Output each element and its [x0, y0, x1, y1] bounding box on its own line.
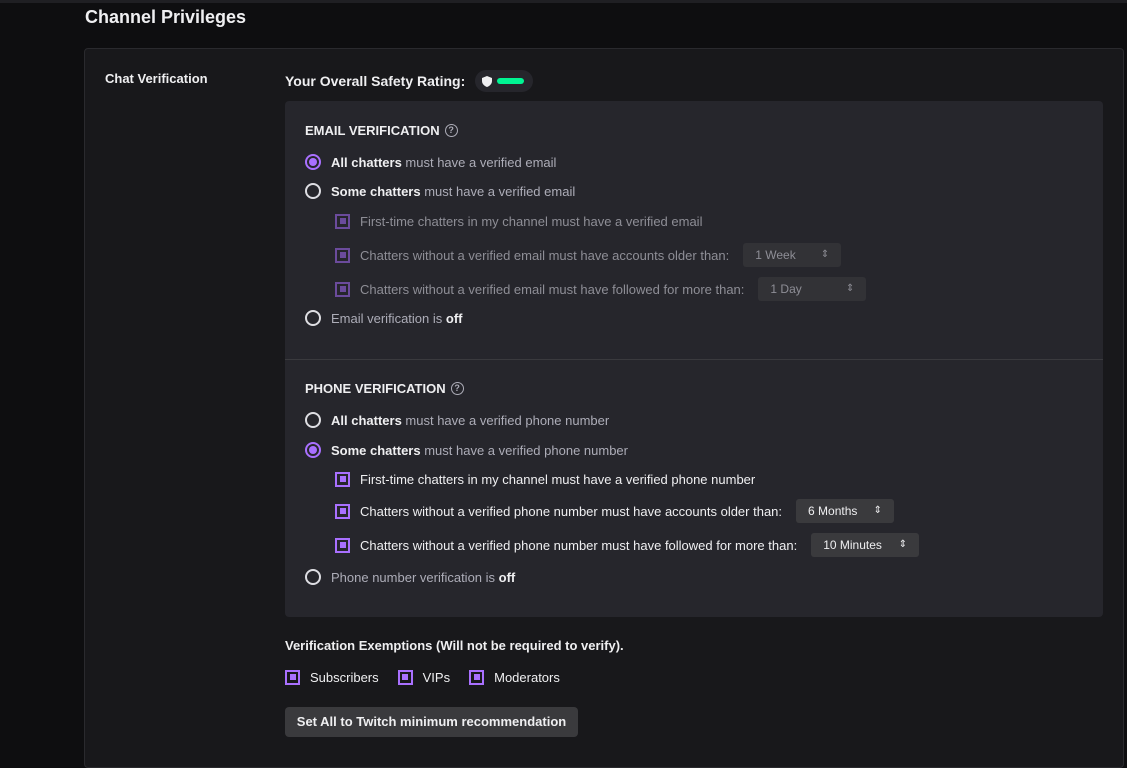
email-some-radio[interactable]	[305, 183, 321, 199]
safety-rating: Your Overall Safety Rating:	[285, 69, 534, 93]
email-some-rest: must have a verified email	[420, 183, 576, 199]
email-follow-age-label: Chatters without a verified email must h…	[360, 281, 745, 297]
updown-icon: ⇕	[873, 505, 883, 516]
safety-rating-indicator	[475, 70, 534, 92]
email-all-chatters-option[interactable]: All chatters must have a verified email	[305, 152, 556, 172]
email-verification-title: EMAIL VERIFICATION	[305, 123, 440, 138]
email-verification-heading: EMAIL VERIFICATION ?	[305, 123, 458, 138]
phone-first-time-checkbox[interactable]	[335, 471, 350, 487]
phone-follow-age-label: Chatters without a verified phone number…	[360, 537, 798, 553]
email-first-time-label: First-time chatters in my channel must h…	[360, 213, 703, 229]
phone-all-radio[interactable]	[305, 412, 321, 428]
email-some-text: Some chatters must have a verified email	[331, 184, 575, 199]
email-follow-age-option[interactable]: Chatters without a verified email must h…	[335, 277, 867, 301]
exemption-moderators[interactable]: Moderators	[469, 669, 560, 685]
updown-icon: ⇕	[898, 539, 908, 550]
phone-account-age-option[interactable]: Chatters without a verified phone number…	[335, 499, 895, 523]
phone-follow-age-value: 10 Minutes	[823, 538, 882, 552]
exemption-subscribers[interactable]: Subscribers	[285, 669, 379, 685]
email-all-rest: must have a verified email	[401, 154, 557, 170]
email-all-radio[interactable]	[305, 154, 321, 170]
section-label: Chat Verification	[105, 71, 208, 86]
safety-rating-bar	[497, 78, 525, 84]
phone-some-chatters-option[interactable]: Some chatters must have a verified phone…	[305, 440, 628, 460]
subscribers-checkbox[interactable]	[285, 669, 300, 685]
top-border	[0, 0, 1127, 3]
phone-follow-age-option[interactable]: Chatters without a verified phone number…	[335, 533, 920, 557]
phone-first-time-label: First-time chatters in my channel must h…	[360, 471, 756, 487]
help-icon[interactable]: ?	[450, 382, 464, 395]
moderators-checkbox[interactable]	[469, 669, 485, 685]
phone-account-age-label: Chatters without a verified phone number…	[360, 503, 783, 519]
verification-box: EMAIL VERIFICATION ? All chatters must h…	[285, 101, 1103, 617]
email-account-age-value: 1 Week	[755, 248, 796, 262]
vips-checkbox[interactable]	[397, 669, 413, 685]
email-account-age-checkbox[interactable]	[335, 247, 350, 263]
phone-off-bold: off	[498, 569, 516, 585]
exemptions-row: Subscribers VIPs Moderators	[285, 667, 579, 687]
phone-all-rest: must have a verified phone number	[401, 412, 610, 428]
phone-verification-heading: PHONE VERIFICATION ?	[305, 381, 464, 396]
email-follow-age-select[interactable]: 1 Day ⇕	[758, 277, 867, 301]
phone-off-radio[interactable]	[305, 569, 321, 585]
email-all-bold: All chatters	[331, 154, 402, 170]
phone-some-rest: must have a verified phone number	[420, 442, 628, 458]
phone-all-text: All chatters must have a verified phone …	[331, 413, 609, 428]
phone-all-bold: All chatters	[331, 412, 402, 428]
email-off-radio[interactable]	[305, 310, 321, 326]
phone-some-radio[interactable]	[305, 442, 321, 458]
updown-icon: ⇕	[846, 283, 855, 294]
phone-verification-title: PHONE VERIFICATION	[305, 381, 446, 396]
subscribers-label: Subscribers	[310, 669, 379, 685]
email-some-bold: Some chatters	[331, 183, 421, 199]
email-first-time-option[interactable]: First-time chatters in my channel must h…	[335, 211, 702, 231]
email-all-text: All chatters must have a verified email	[331, 155, 556, 170]
email-off-label: Email verification is	[331, 310, 446, 326]
phone-some-bold: Some chatters	[331, 442, 421, 458]
phone-account-age-value: 6 Months	[808, 504, 858, 518]
phone-all-chatters-option[interactable]: All chatters must have a verified phone …	[305, 410, 609, 430]
email-some-chatters-option[interactable]: Some chatters must have a verified email	[305, 181, 575, 201]
phone-off-text: Phone number verification is off	[331, 570, 515, 585]
email-follow-age-checkbox[interactable]	[335, 281, 350, 297]
vips-label: VIPs	[422, 669, 451, 685]
phone-first-time-option[interactable]: First-time chatters in my channel must h…	[335, 469, 755, 489]
shield-icon	[482, 75, 493, 87]
phone-account-age-select[interactable]: 6 Months ⇕	[796, 499, 895, 523]
help-icon[interactable]: ?	[444, 124, 458, 137]
email-account-age-option[interactable]: Chatters without a verified email must h…	[335, 243, 842, 267]
email-off-text: Email verification is off	[331, 311, 462, 326]
phone-follow-age-checkbox[interactable]	[335, 537, 350, 553]
chat-verification-panel: Chat Verification Your Overall Safety Ra…	[84, 48, 1124, 768]
phone-off-label: Phone number verification is	[331, 569, 499, 585]
updown-icon: ⇕	[820, 249, 830, 260]
email-follow-age-value: 1 Day	[770, 282, 802, 296]
phone-follow-age-select[interactable]: 10 Minutes ⇕	[811, 533, 920, 557]
exemption-vips[interactable]: VIPs	[397, 669, 451, 685]
phone-account-age-checkbox[interactable]	[335, 503, 350, 519]
email-account-age-label: Chatters without a verified email must h…	[360, 247, 730, 263]
divider	[285, 359, 1103, 360]
exemptions-title: Verification Exemptions (Will not be req…	[285, 638, 624, 653]
email-first-time-checkbox[interactable]	[335, 213, 350, 229]
moderators-label: Moderators	[494, 669, 560, 685]
phone-off-option[interactable]: Phone number verification is off	[305, 567, 515, 587]
email-account-age-select[interactable]: 1 Week ⇕	[743, 243, 842, 267]
email-off-option[interactable]: Email verification is off	[305, 308, 462, 328]
phone-some-text: Some chatters must have a verified phone…	[331, 443, 628, 458]
page-title: Channel Privileges	[85, 7, 247, 27]
safety-rating-label: Your Overall Safety Rating:	[285, 73, 466, 89]
email-off-bold: off	[445, 310, 463, 326]
set-minimum-recommendation-button[interactable]: Set All to Twitch minimum recommendation	[285, 707, 578, 737]
